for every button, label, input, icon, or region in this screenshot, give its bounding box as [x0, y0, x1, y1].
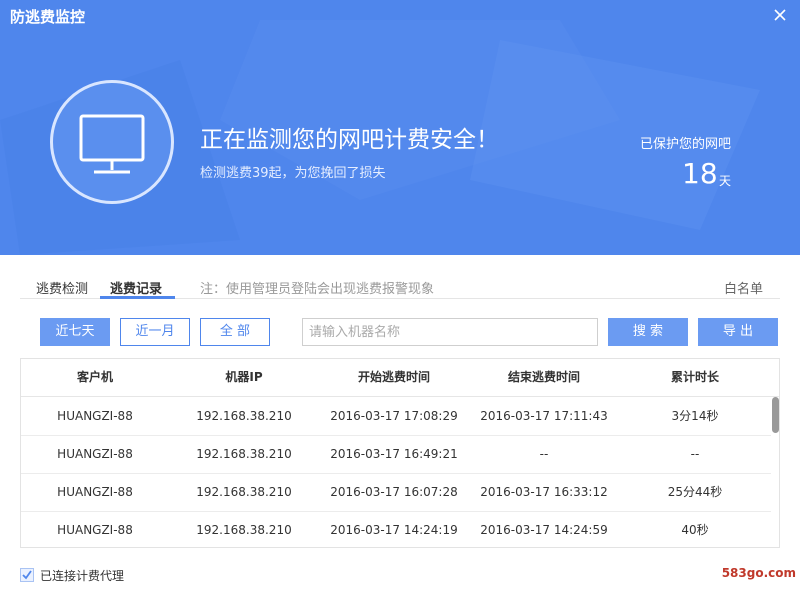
cell-client: HUANGZI-88 — [57, 409, 133, 423]
cell-end-time: 2016-03-17 16:33:12 — [480, 485, 608, 499]
tab-escape-detect[interactable]: 逃费检测 — [36, 278, 88, 297]
site-watermark: 583go.com — [721, 566, 796, 580]
filter-last-month-button[interactable]: 近一月 — [120, 318, 190, 346]
machine-search-input[interactable] — [302, 318, 598, 346]
close-button[interactable] — [770, 5, 790, 25]
cell-start-time: 2016-03-17 17:08:29 — [330, 409, 458, 423]
table-scrollbar[interactable] — [772, 397, 779, 547]
tab-escape-records[interactable]: 逃费记录 — [110, 278, 162, 297]
cell-duration: 3分14秒 — [671, 409, 719, 423]
monitor-icon — [79, 114, 145, 174]
header-banner: 防逃费监控 正在监测您的网吧计费安全！ 检测逃费39起，为您挽回了损失 已保护您… — [0, 0, 800, 255]
checkmark-icon — [22, 570, 32, 580]
export-button[interactable]: 导 出 — [698, 318, 778, 346]
protect-days: 18 — [682, 157, 718, 190]
cell-ip: 192.168.38.210 — [196, 523, 292, 537]
col-header-duration: 累计时长 — [670, 370, 719, 384]
cell-duration: 40秒 — [681, 523, 709, 537]
cell-start-time: 2016-03-17 16:49:21 — [330, 447, 458, 461]
cell-end-time: -- — [539, 447, 549, 461]
cell-end-time: 2016-03-17 17:11:43 — [480, 409, 608, 423]
cell-ip: 192.168.38.210 — [196, 485, 292, 499]
agent-connected-checkbox[interactable] — [20, 568, 34, 582]
table-row[interactable]: HUANGZI-88 192.168.38.210 2016-03-17 16:… — [21, 435, 771, 474]
title-bar: 防逃费监控 — [0, 0, 800, 32]
status-headline: 正在监测您的网吧计费安全！ — [200, 127, 499, 153]
cell-client: HUANGZI-88 — [57, 523, 133, 537]
table-row[interactable]: HUANGZI-88 192.168.38.210 2016-03-17 17:… — [21, 397, 771, 436]
close-icon — [774, 9, 786, 21]
filter-all-button[interactable]: 全 部 — [200, 318, 270, 346]
col-header-end-time: 结束逃费时间 — [507, 370, 580, 384]
whitelist-link[interactable]: 白名单 — [724, 278, 763, 297]
monitor-badge — [50, 80, 174, 204]
agent-connected-label: 已连接计费代理 — [40, 569, 125, 583]
app-title: 防逃费监控 — [10, 8, 86, 26]
cell-end-time: 2016-03-17 14:24:59 — [480, 523, 608, 537]
col-header-ip: 机器IP — [225, 370, 263, 384]
cell-ip: 192.168.38.210 — [196, 409, 292, 423]
protect-label: 已保护您的网吧 — [640, 137, 732, 152]
cell-client: HUANGZI-88 — [57, 485, 133, 499]
active-tab-indicator — [100, 296, 175, 299]
cell-duration: -- — [690, 447, 700, 461]
cell-ip: 192.168.38.210 — [196, 447, 292, 461]
cell-duration: 25分44秒 — [667, 485, 723, 499]
search-button[interactable]: 搜 索 — [608, 318, 688, 346]
cell-start-time: 2016-03-17 14:24:19 — [330, 523, 458, 537]
cell-start-time: 2016-03-17 16:07:28 — [330, 485, 458, 499]
filter-last7days-button[interactable]: 近七天 — [40, 318, 110, 346]
tab-note: 注：使用管理员登陆会出现逃费报警现象 — [200, 282, 435, 297]
scrollbar-thumb[interactable] — [772, 397, 779, 433]
records-table: 客户机 机器IP 开始逃费时间 结束逃费时间 累计时长 HUANGZI-88 1… — [20, 358, 780, 548]
cell-client: HUANGZI-88 — [57, 447, 133, 461]
col-header-client: 客户机 — [76, 370, 113, 384]
col-header-start-time: 开始逃费时间 — [357, 370, 430, 384]
table-header: 客户机 机器IP 开始逃费时间 结束逃费时间 累计时长 — [21, 359, 779, 397]
table-row[interactable]: HUANGZI-88 192.168.38.210 2016-03-17 14:… — [21, 511, 771, 547]
status-subtext: 检测逃费39起，为您挽回了损失 — [200, 166, 386, 181]
table-row[interactable]: HUANGZI-88 192.168.38.210 2016-03-17 16:… — [21, 473, 771, 512]
protect-unit: 天 — [719, 174, 732, 188]
